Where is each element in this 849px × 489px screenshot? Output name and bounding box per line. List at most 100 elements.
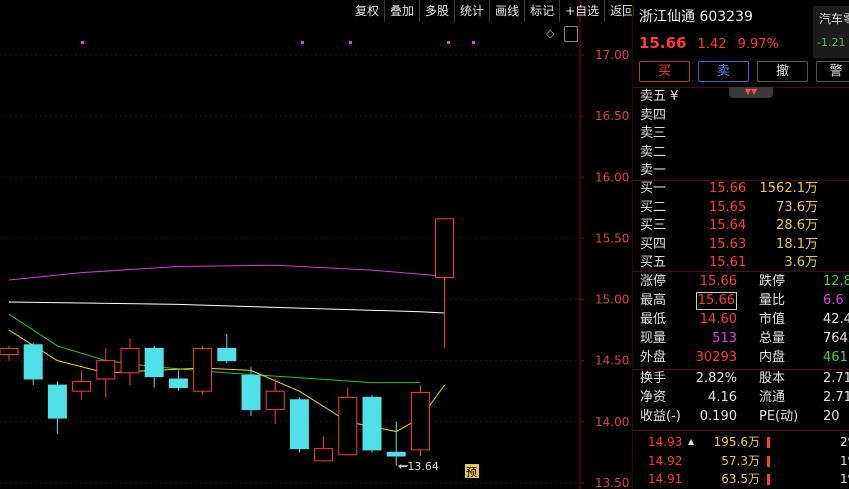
buy-row: 买二 15.65 73.6万 <box>633 199 849 217</box>
diamond-icon[interactable]: ◇ <box>546 27 554 40</box>
stat-row: 现量 513 总量 7642 <box>633 330 849 348</box>
scroll-handle[interactable] <box>564 26 578 42</box>
buy-volume: 1562.1万 <box>759 181 819 196</box>
last-price: 15.66 <box>639 34 687 52</box>
fundamental-value: 4.16 <box>708 390 737 405</box>
tick-volume-bar <box>767 474 770 485</box>
toolbar-multi-stock-button[interactable]: 多股 <box>419 0 454 22</box>
sell-row: 卖四 <box>633 107 849 125</box>
buy-level-label: 买二 <box>640 199 667 215</box>
y-tick-label: 16.50 <box>595 109 629 123</box>
kline-chart[interactable]: 17.00 16.50 16.00 15.50 15.00 14.50 14.00 13.50… <box>0 0 632 489</box>
y-tick-label: 14.00 <box>595 415 629 429</box>
ma-line <box>8 301 445 314</box>
tick-pct: 1% <box>840 453 849 468</box>
stat-label: 涨停 <box>640 274 667 289</box>
stat-label: 最高 <box>640 293 667 308</box>
stock-name: 浙江仙通 <box>639 9 695 25</box>
toolbar-mark-button[interactable]: 标记 <box>524 0 559 22</box>
candle-body <box>386 451 406 457</box>
buy-button[interactable]: 买 <box>639 61 690 82</box>
candle-body <box>265 390 285 411</box>
pre-badge-label: 预 <box>466 466 477 479</box>
sector-card[interactable]: 汽车零部件 -1.21 <box>813 6 849 58</box>
stat-label: 量比 <box>759 293 786 308</box>
fundamental-value: 2.82% <box>695 371 737 386</box>
chart-canvas[interactable]: 17.00 16.50 16.00 15.50 15.00 14.50 14.00 13.50… <box>0 0 632 489</box>
sell-row: 卖一 <box>633 162 849 180</box>
divider <box>633 430 849 431</box>
stat-label: 跌停 <box>759 274 786 289</box>
candle-body <box>0 347 19 356</box>
fundamental-row: 净资 4.16 流通 2.71 <box>633 389 849 407</box>
stat-label: 市值 <box>759 312 786 327</box>
sell-row: 卖三 <box>633 125 849 143</box>
buy-row: 买一 15.66 1562.1万 <box>633 180 849 198</box>
tick-row[interactable]: 14.93 ▲ 195.6万 2% <box>633 433 849 451</box>
stat-value: 15.66 <box>699 274 737 289</box>
stat-label: 外盘 <box>640 350 667 365</box>
sell-button[interactable]: 卖 <box>698 61 749 82</box>
candle-body <box>241 374 261 411</box>
stock-header: 浙江仙通 603239 <box>639 6 753 26</box>
candle-body <box>72 380 92 392</box>
tick-volume-bar <box>767 455 770 467</box>
fundamental-value: 2.71 <box>823 390 849 405</box>
candle-body <box>362 396 382 451</box>
buy-price: 15.63 <box>709 236 747 252</box>
tick-volume-bar <box>767 437 770 448</box>
fundamental-label: 流通 <box>759 390 786 405</box>
tick-row[interactable]: 14.91 63.5万 1% <box>633 470 849 488</box>
sell-level-label: 卖三 <box>640 126 667 141</box>
fundamental-value: 2.71 <box>823 371 849 386</box>
up-arrow-icon: ▲ <box>688 437 695 446</box>
tick-volume: 63.5万 <box>721 472 760 486</box>
tick-row[interactable]: 14.92 57.3万 1% <box>633 452 849 470</box>
fundamental-label: 收益(-) <box>640 409 681 424</box>
cancel-order-button[interactable]: 撤 <box>757 61 808 82</box>
tick-volume: 195.6万 <box>713 435 760 449</box>
buy-volume: 3.6万 <box>784 255 818 270</box>
stat-value: 30293 <box>695 350 737 365</box>
candle-body <box>120 347 140 374</box>
candle-body <box>289 399 309 450</box>
toolbar-add-watchlist-button[interactable]: +自选 <box>559 0 604 22</box>
y-tick-label: 15.50 <box>595 231 629 245</box>
buy-volume: 28.6万 <box>776 218 818 233</box>
stat-value: 7642 <box>823 331 849 346</box>
y-tick-label: 17.00 <box>595 48 629 62</box>
y-tick-label: 13.50 <box>595 476 629 489</box>
tick-volume: 57.3万 <box>721 453 760 468</box>
buy-volume: 18.1万 <box>776 236 818 252</box>
candle-body <box>23 344 43 380</box>
tick-pct: 1% <box>840 472 849 486</box>
buy-level-label: 买四 <box>640 236 667 252</box>
toolbar-fuquan-button[interactable]: 复权 <box>350 0 384 22</box>
stat-label: 最低 <box>640 312 667 327</box>
buy-level-label: 买三 <box>640 218 667 233</box>
stock-code: 603239 <box>699 9 753 25</box>
candle-body <box>193 347 213 392</box>
sell-level-label: 卖二 <box>640 144 667 160</box>
stat-value: 12.8 <box>823 274 849 289</box>
fundamental-label: 净资 <box>640 390 667 405</box>
candle-body <box>217 347 237 362</box>
price-line: 15.66 1.42 9.97% <box>639 33 779 52</box>
tick-price: 14.92 <box>648 453 683 468</box>
buy-price: 15.61 <box>709 255 747 270</box>
signal-marker <box>472 41 475 44</box>
buy-level-label: 买一 <box>640 181 667 196</box>
fundamental-label: PE(动) <box>759 409 799 424</box>
toolbar-draw-line-button[interactable]: 画线 <box>489 0 524 22</box>
ma-line <box>8 264 445 281</box>
stat-value: 42.4 <box>823 312 849 327</box>
toolbar-stats-button[interactable]: 统计 <box>454 0 489 22</box>
buy-price: 15.66 <box>709 181 747 196</box>
alert-button[interactable]: 警 <box>816 61 849 82</box>
candle-body <box>314 448 334 462</box>
toolbar-overlay-button[interactable]: 叠加 <box>384 0 419 22</box>
stat-value: 15.66 <box>695 292 737 310</box>
sell-level-label: 卖五 ¥ <box>640 89 679 104</box>
stat-value: 461 <box>823 350 848 365</box>
stat-label: 总量 <box>759 331 786 346</box>
